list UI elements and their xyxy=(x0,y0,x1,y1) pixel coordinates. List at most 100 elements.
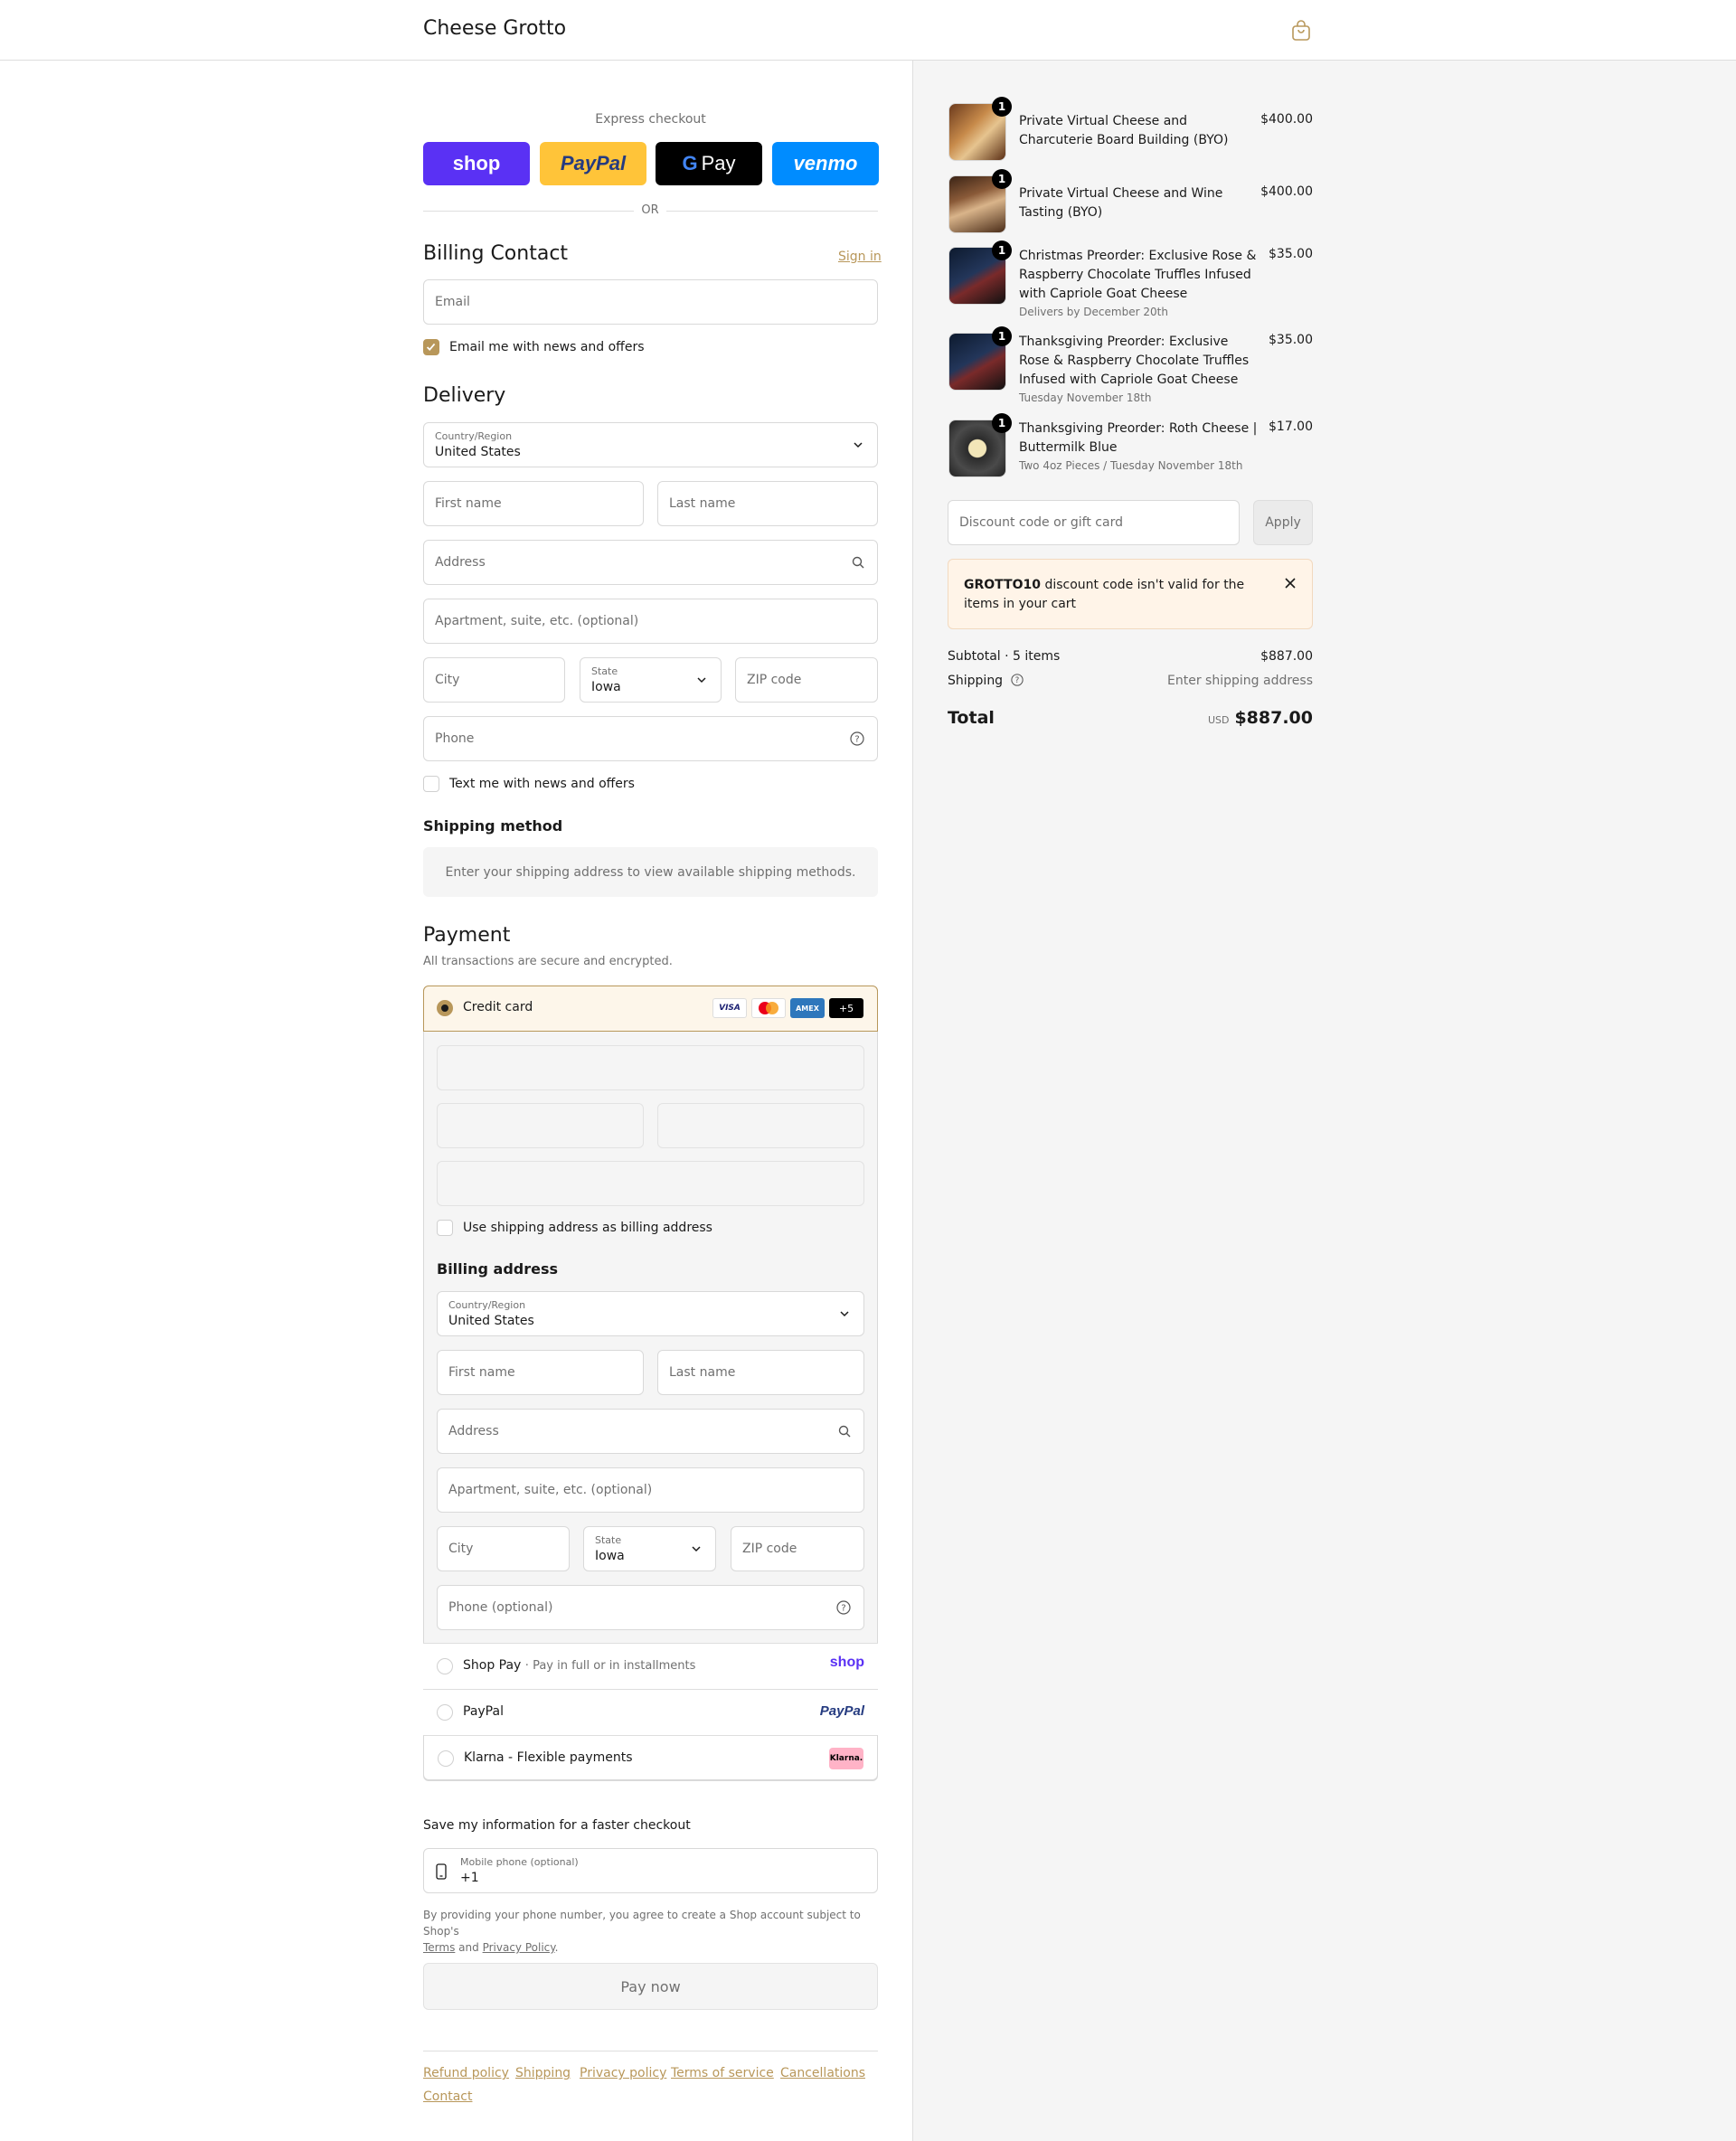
venmo-express-button[interactable]: venmo xyxy=(772,142,879,185)
apartment-field[interactable]: Apartment, suite, etc. (optional) xyxy=(423,599,878,644)
quantity-badge: 1 xyxy=(992,97,1012,117)
klarna-option[interactable]: Klarna - Flexible payments Klarna. xyxy=(423,1735,878,1780)
klarna-radio[interactable] xyxy=(438,1750,454,1767)
contact-link[interactable]: Contact xyxy=(423,2089,472,2104)
address-field[interactable]: Address xyxy=(423,540,878,585)
cart-item-title: Thanksgiving Preorder: Exclusive Rose & … xyxy=(1019,333,1258,406)
discount-error-message: GROTTO10 discount code isn't valid for t… xyxy=(964,576,1262,614)
billing-apartment-field[interactable]: Apartment, suite, etc. (optional) xyxy=(437,1467,864,1513)
shipping-method-title: Shipping method xyxy=(423,817,563,835)
shop-pay-logo: shop xyxy=(829,1655,864,1670)
use-shipping-checkbox[interactable] xyxy=(437,1220,453,1236)
discount-code-placeholder: Discount code or gift card xyxy=(959,515,1123,530)
close-icon[interactable] xyxy=(1284,577,1297,589)
billing-city-field[interactable]: City xyxy=(437,1526,570,1571)
help-circle-icon[interactable]: ? xyxy=(1010,674,1024,686)
checkmark-icon xyxy=(426,343,436,351)
cart-item-name: Thanksgiving Preorder: Roth Cheese | But… xyxy=(1019,421,1258,455)
first-name-field[interactable]: First name xyxy=(423,481,644,526)
text-news-checkbox[interactable] xyxy=(423,776,439,792)
cart-item-subtitle: Tuesday November 18th xyxy=(1019,391,1152,404)
subtotal-value: $887.00 xyxy=(1260,649,1313,664)
shop-pay-label: Shop Pay · Pay in full or in installment… xyxy=(463,1658,696,1673)
shop-pay-express-button[interactable]: shop xyxy=(423,142,530,185)
terms-of-service-link[interactable]: Terms of service xyxy=(671,2066,774,2080)
divider-right xyxy=(666,211,878,212)
zip-field[interactable]: ZIP code xyxy=(735,657,878,703)
subtotal-label: Subtotal · 5 items xyxy=(948,649,1061,664)
cart-item-name: Thanksgiving Preorder: Exclusive Rose & … xyxy=(1019,335,1250,387)
google-g-icon: G xyxy=(682,152,698,174)
discount-code-field[interactable]: Discount code or gift card xyxy=(948,500,1240,545)
refund-policy-link[interactable]: Refund policy xyxy=(423,2066,509,2080)
phone-placeholder: Phone xyxy=(435,731,475,746)
billing-city-placeholder: City xyxy=(448,1542,474,1556)
google-pay-express-button[interactable]: G Pay xyxy=(656,142,762,185)
cart-item-title: Christmas Preorder: Exclusive Rose & Ras… xyxy=(1019,247,1258,320)
mobile-phone-label: Mobile phone (optional) xyxy=(460,1856,579,1868)
shipping-label-text: Shipping xyxy=(948,674,1004,688)
shopping-bag-icon[interactable] xyxy=(1291,20,1311,42)
billing-zip-field[interactable]: ZIP code xyxy=(731,1526,864,1571)
save-info-title: Save my information for a faster checkou… xyxy=(423,1818,691,1833)
privacy-policy-link[interactable]: Privacy Policy xyxy=(483,1941,555,1954)
billing-last-name-placeholder: Last name xyxy=(669,1365,736,1380)
phone-field[interactable]: Phone ? xyxy=(423,716,878,761)
state-select[interactable]: State Iowa xyxy=(580,657,722,703)
billing-zip-placeholder: ZIP code xyxy=(742,1542,797,1556)
privacy-policy-footer-link[interactable]: Privacy policy xyxy=(580,2066,666,2080)
paypal-option[interactable]: PayPal PayPal xyxy=(423,1689,878,1735)
cart-item-name: Private Virtual Cheese and Wine Tasting … xyxy=(1019,186,1223,220)
billing-first-name-placeholder: First name xyxy=(448,1365,515,1380)
billing-state-select[interactable]: State Iowa xyxy=(583,1526,716,1571)
sign-in-link[interactable]: Sign in xyxy=(838,250,882,264)
currency-code: USD xyxy=(1207,714,1230,726)
google-pay-label: Pay xyxy=(701,152,736,174)
billing-phone-field[interactable]: Phone (optional) ? xyxy=(437,1585,864,1630)
mobile-phone-field[interactable]: Mobile phone (optional) +1 xyxy=(423,1848,878,1893)
country-select[interactable]: Country/Region United States xyxy=(423,422,878,467)
quantity-badge: 1 xyxy=(992,326,1012,346)
shop-pay-option[interactable]: Shop Pay · Pay in full or in installment… xyxy=(423,1643,878,1689)
use-shipping-label: Use shipping address as billing address xyxy=(463,1221,712,1235)
search-icon xyxy=(852,556,864,569)
shipping-summary-label: Shipping ? xyxy=(948,674,1024,688)
email-news-checkbox[interactable] xyxy=(423,339,439,355)
and-text: and xyxy=(458,1941,479,1954)
cart-item-price: $400.00 xyxy=(1260,112,1313,127)
billing-state-value: Iowa xyxy=(595,1549,625,1563)
billing-address-field[interactable]: Address xyxy=(437,1409,864,1454)
first-name-placeholder: First name xyxy=(435,496,502,511)
brand-name[interactable]: Cheese Grotto xyxy=(423,17,566,40)
email-field[interactable]: Email xyxy=(423,279,878,325)
billing-country-value: United States xyxy=(448,1314,534,1328)
svg-text:?: ? xyxy=(841,1604,845,1614)
email-placeholder: Email xyxy=(435,295,470,309)
city-field[interactable]: City xyxy=(423,657,565,703)
paypal-radio[interactable] xyxy=(437,1704,453,1721)
shipping-summary-value: Enter shipping address xyxy=(1167,674,1313,688)
quantity-badge: 1 xyxy=(992,413,1012,433)
apply-button[interactable]: Apply xyxy=(1253,500,1313,545)
address-placeholder: Address xyxy=(435,555,486,570)
card-name-field[interactable] xyxy=(437,1161,864,1206)
billing-first-name-field[interactable]: First name xyxy=(437,1350,644,1395)
billing-last-name-field[interactable]: Last name xyxy=(657,1350,864,1395)
shipping-policy-link[interactable]: Shipping xyxy=(515,2066,571,2080)
help-circle-icon[interactable]: ? xyxy=(850,731,864,746)
billing-country-select[interactable]: Country/Region United States xyxy=(437,1291,864,1336)
credit-card-radio[interactable] xyxy=(437,1000,453,1016)
apartment-placeholder: Apartment, suite, etc. (optional) xyxy=(435,614,639,628)
cancellations-link[interactable]: Cancellations xyxy=(780,2066,865,2080)
pay-now-button[interactable]: Pay now xyxy=(423,1963,878,2010)
terms-link[interactable]: Terms xyxy=(423,1941,455,1954)
help-circle-icon[interactable]: ? xyxy=(836,1600,851,1615)
last-name-field[interactable]: Last name xyxy=(657,481,878,526)
more-cards-badge: +5 xyxy=(829,998,863,1018)
state-value: Iowa xyxy=(591,680,621,694)
shop-pay-radio[interactable] xyxy=(437,1658,453,1674)
card-number-field[interactable] xyxy=(437,1045,864,1090)
card-cvv-field[interactable] xyxy=(657,1103,864,1148)
card-expiry-field[interactable] xyxy=(437,1103,644,1148)
paypal-express-button[interactable]: PayPal xyxy=(540,142,646,185)
